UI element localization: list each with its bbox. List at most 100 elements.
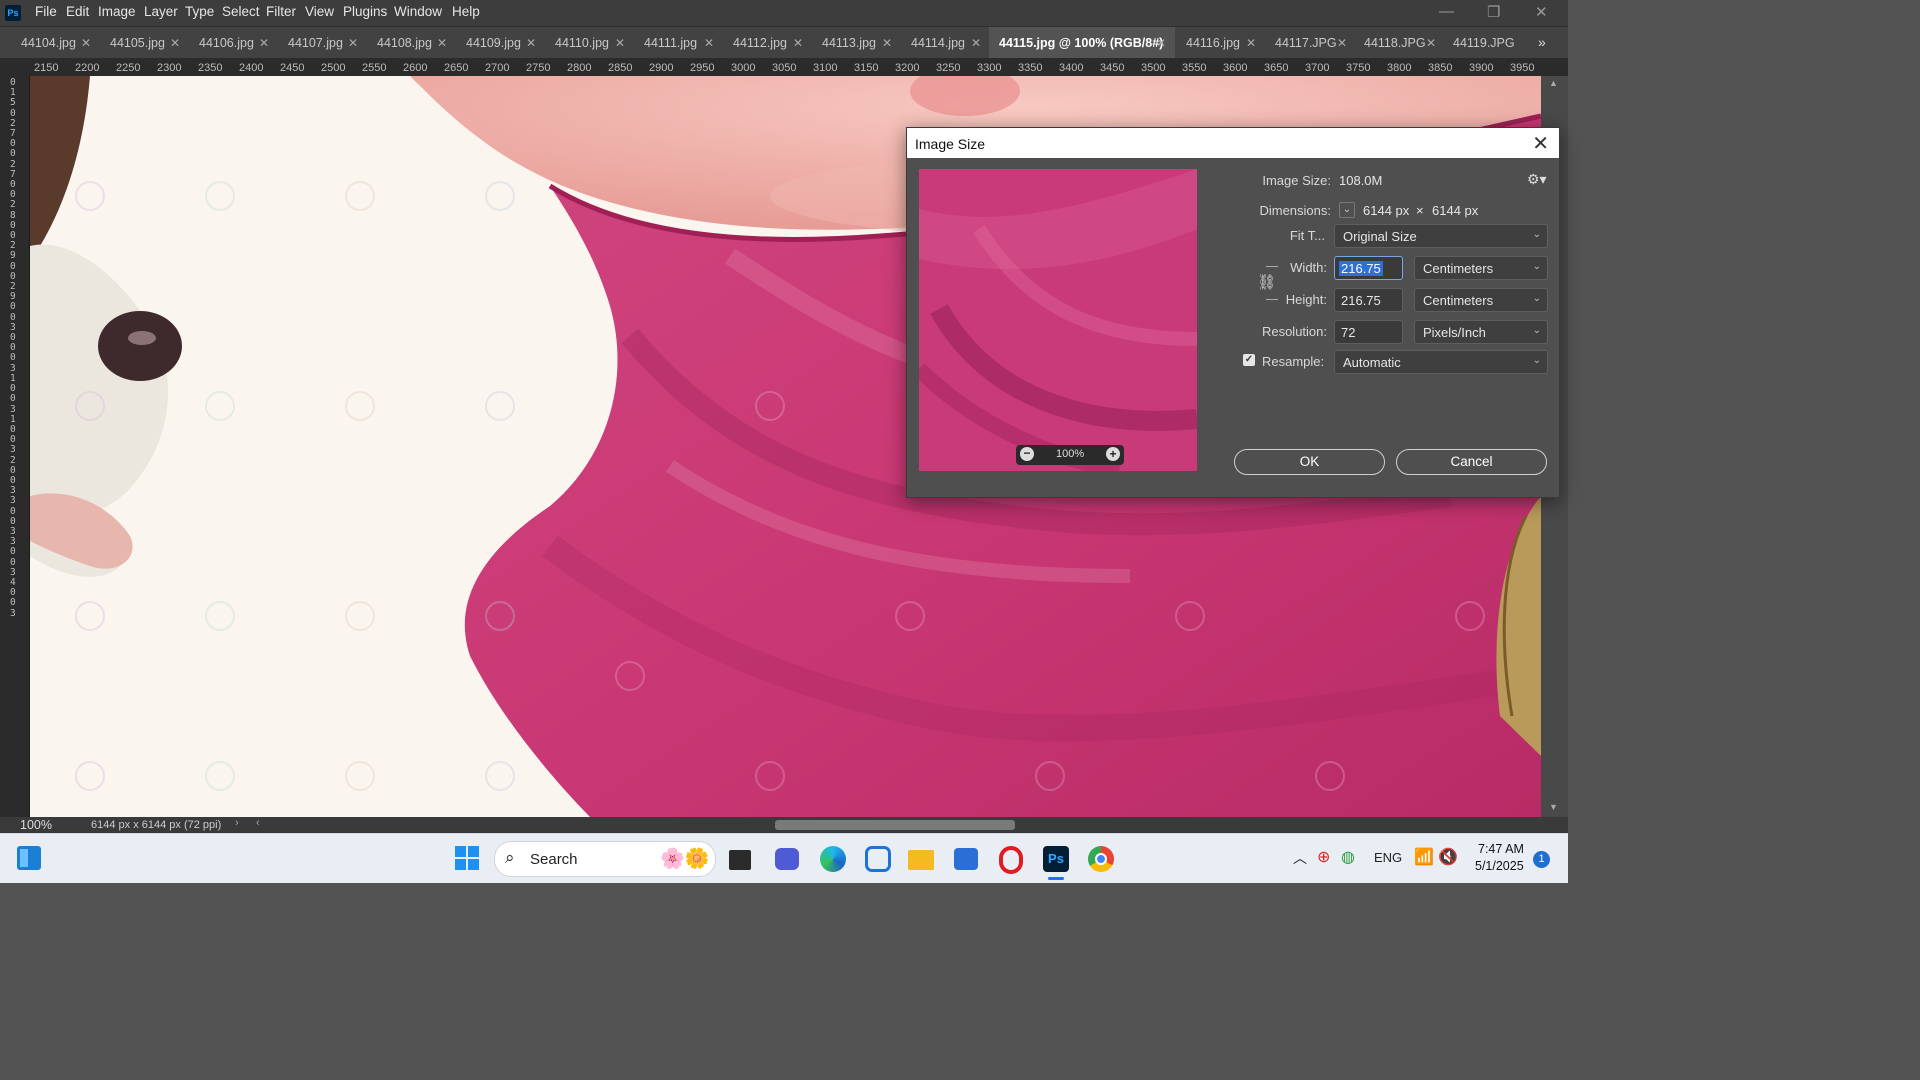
tab-44117[interactable]: 44117.JPG ✕ xyxy=(1264,27,1353,59)
scroll-down-icon[interactable]: ▼ xyxy=(1549,802,1558,812)
menu-layer[interactable]: Layer xyxy=(144,4,178,19)
close-tab-icon[interactable]: ✕ xyxy=(971,27,981,60)
show-hidden-icons-chevron-icon[interactable]: ︿ xyxy=(1293,848,1307,868)
clock-date[interactable]: 5/1/2025 xyxy=(1475,859,1524,873)
resample-checkbox[interactable]: ✓ xyxy=(1243,354,1255,366)
menu-view[interactable]: View xyxy=(305,4,334,19)
ruler-top[interactable]: 2150 2200 2250 2300 2350 2400 2450 2500 … xyxy=(0,58,1568,77)
tab-44109[interactable]: 44109.jpg ✕ xyxy=(455,27,544,59)
menu-window[interactable]: Window xyxy=(394,4,442,19)
taskbar-search-box[interactable]: ⌕ Search 🌸🌼 xyxy=(494,841,716,877)
microsoft-store-icon[interactable] xyxy=(954,848,978,870)
language-indicator[interactable]: ENG xyxy=(1374,850,1402,865)
close-tab-icon[interactable]: ✕ xyxy=(81,27,91,60)
tab-44105[interactable]: 44105.jpg ✕ xyxy=(99,27,188,59)
photoshop-taskbar-icon[interactable]: Ps xyxy=(1043,846,1069,872)
tab-44110[interactable]: 44110.jpg ✕ xyxy=(544,27,633,59)
image-preview[interactable]: − 100% + xyxy=(919,169,1197,471)
menu-filter[interactable]: Filter xyxy=(266,4,296,19)
zoom-in-icon[interactable]: + xyxy=(1106,447,1120,461)
close-tab-icon[interactable]: ✕ xyxy=(348,27,358,60)
height-unit-select[interactable]: Centimeters ⌄ xyxy=(1414,288,1548,312)
photoshop-logo-icon: Ps xyxy=(5,5,21,21)
gear-icon[interactable]: ⚙▾ xyxy=(1527,171,1547,188)
wifi-icon[interactable]: 📶 xyxy=(1414,847,1434,867)
resolution-unit-select[interactable]: Pixels/Inch ⌄ xyxy=(1414,320,1548,344)
chevron-down-icon: ⌄ xyxy=(1532,355,1541,366)
chrome-browser-icon[interactable] xyxy=(1088,846,1114,872)
vpn-tray-icon[interactable]: ⊕ xyxy=(1317,847,1330,867)
ruler-tick: 3800 xyxy=(1387,62,1412,74)
edge-browser-icon[interactable] xyxy=(820,846,846,872)
menu-plugins[interactable]: Plugins xyxy=(343,4,387,19)
dialog-title-bar[interactable]: Image Size ✕ xyxy=(907,128,1559,158)
close-tab-icon[interactable]: ✕ xyxy=(437,27,447,60)
opera-browser-icon[interactable] xyxy=(999,846,1023,874)
close-tab-icon[interactable]: ✕ xyxy=(882,27,892,60)
zoom-level[interactable]: 100% xyxy=(20,818,52,832)
width-unit-select[interactable]: Centimeters ⌄ xyxy=(1414,256,1548,280)
cancel-button[interactable]: Cancel xyxy=(1396,449,1547,475)
scroll-up-icon[interactable]: ▲ xyxy=(1549,78,1558,88)
globe-tray-icon[interactable]: ◍ xyxy=(1341,847,1355,867)
tab-44108[interactable]: 44108.jpg ✕ xyxy=(366,27,455,59)
horizontal-scrollbar-thumb[interactable] xyxy=(775,820,1015,830)
tab-44104[interactable]: 44104.jpg ✕ xyxy=(10,27,99,59)
tab-44113[interactable]: 44113.jpg ✕ xyxy=(811,27,900,59)
tab-44112[interactable]: 44112.jpg ✕ xyxy=(722,27,811,59)
close-tab-icon[interactable]: ✕ xyxy=(170,27,180,60)
tab-44115-active[interactable]: 44115.jpg @ 100% (RGB/8#) ✕ xyxy=(989,27,1175,59)
close-window-icon[interactable]: ✕ xyxy=(1535,3,1548,21)
status-more-chevron-icon[interactable]: › xyxy=(235,817,239,829)
restore-icon[interactable]: ❐ xyxy=(1487,3,1500,21)
menu-help[interactable]: Help xyxy=(452,4,480,19)
image-size-dialog: Image Size ✕ − 100% + Image Size: 108.0M… xyxy=(906,127,1560,498)
fit-to-select[interactable]: Original Size ⌄ xyxy=(1334,224,1548,248)
ruler-origin[interactable] xyxy=(0,58,29,76)
tab-44114[interactable]: 44114.jpg ✕ xyxy=(900,27,989,59)
constrain-proportions-toggle[interactable]: ⛓ xyxy=(1257,266,1278,300)
teams-chat-icon[interactable] xyxy=(775,848,799,870)
tab-44119[interactable]: 44119.JPG xyxy=(1442,27,1528,59)
start-windows-icon[interactable] xyxy=(455,846,481,872)
dimensions-unit-dropdown-icon[interactable]: ⌄ xyxy=(1339,202,1355,218)
ruler-tick: 3750 xyxy=(1346,62,1371,74)
scroll-left-icon[interactable]: ‹ xyxy=(256,817,260,829)
menu-select[interactable]: Select xyxy=(222,4,260,19)
minimize-icon[interactable]: — xyxy=(1439,3,1454,20)
close-tab-icon[interactable]: ✕ xyxy=(1246,27,1256,60)
tab-44111[interactable]: 44111.jpg ✕ xyxy=(633,27,722,59)
close-tab-icon[interactable]: ✕ xyxy=(1156,27,1166,60)
close-tab-icon[interactable]: ✕ xyxy=(615,27,625,60)
lens-app-icon[interactable] xyxy=(865,846,891,872)
menu-image[interactable]: Image xyxy=(98,4,136,19)
tab-44116[interactable]: 44116.jpg ✕ xyxy=(1175,27,1264,59)
ok-button[interactable]: OK xyxy=(1234,449,1385,475)
close-tab-icon[interactable]: ✕ xyxy=(526,27,536,60)
zoom-out-icon[interactable]: − xyxy=(1020,447,1034,461)
resolution-input[interactable]: 72 xyxy=(1334,320,1403,344)
close-tab-icon[interactable]: ✕ xyxy=(704,27,714,60)
resample-select[interactable]: Automatic ⌄ xyxy=(1334,350,1548,374)
close-tab-icon[interactable]: ✕ xyxy=(1337,27,1347,60)
clock-time[interactable]: 7:47 AM xyxy=(1478,842,1524,856)
menu-file[interactable]: File xyxy=(35,4,57,19)
menu-edit[interactable]: Edit xyxy=(66,4,89,19)
tab-44118[interactable]: 44118.JPG ✕ xyxy=(1353,27,1442,59)
notification-badge[interactable]: 1 xyxy=(1533,851,1550,868)
volume-muted-icon[interactable]: 🔇 xyxy=(1438,847,1458,867)
ruler-left[interactable]: 0150270027002800290029003000310031003200… xyxy=(0,76,30,817)
close-tab-icon[interactable]: ✕ xyxy=(1426,27,1436,60)
height-input[interactable]: 216.75 xyxy=(1334,288,1403,312)
close-dialog-icon[interactable]: ✕ xyxy=(1532,131,1549,156)
tab-44106[interactable]: 44106.jpg ✕ xyxy=(188,27,277,59)
tab-44107[interactable]: 44107.jpg ✕ xyxy=(277,27,366,59)
close-tab-icon[interactable]: ✕ xyxy=(793,27,803,60)
file-explorer-icon[interactable] xyxy=(908,850,934,870)
menu-type[interactable]: Type xyxy=(185,4,214,19)
close-tab-icon[interactable]: ✕ xyxy=(259,27,269,60)
width-input[interactable]: 216.75 xyxy=(1334,256,1403,280)
task-view-icon[interactable] xyxy=(729,850,751,870)
widgets-icon[interactable] xyxy=(17,846,43,872)
more-tabs-chevron-icon[interactable]: » xyxy=(1538,34,1546,50)
